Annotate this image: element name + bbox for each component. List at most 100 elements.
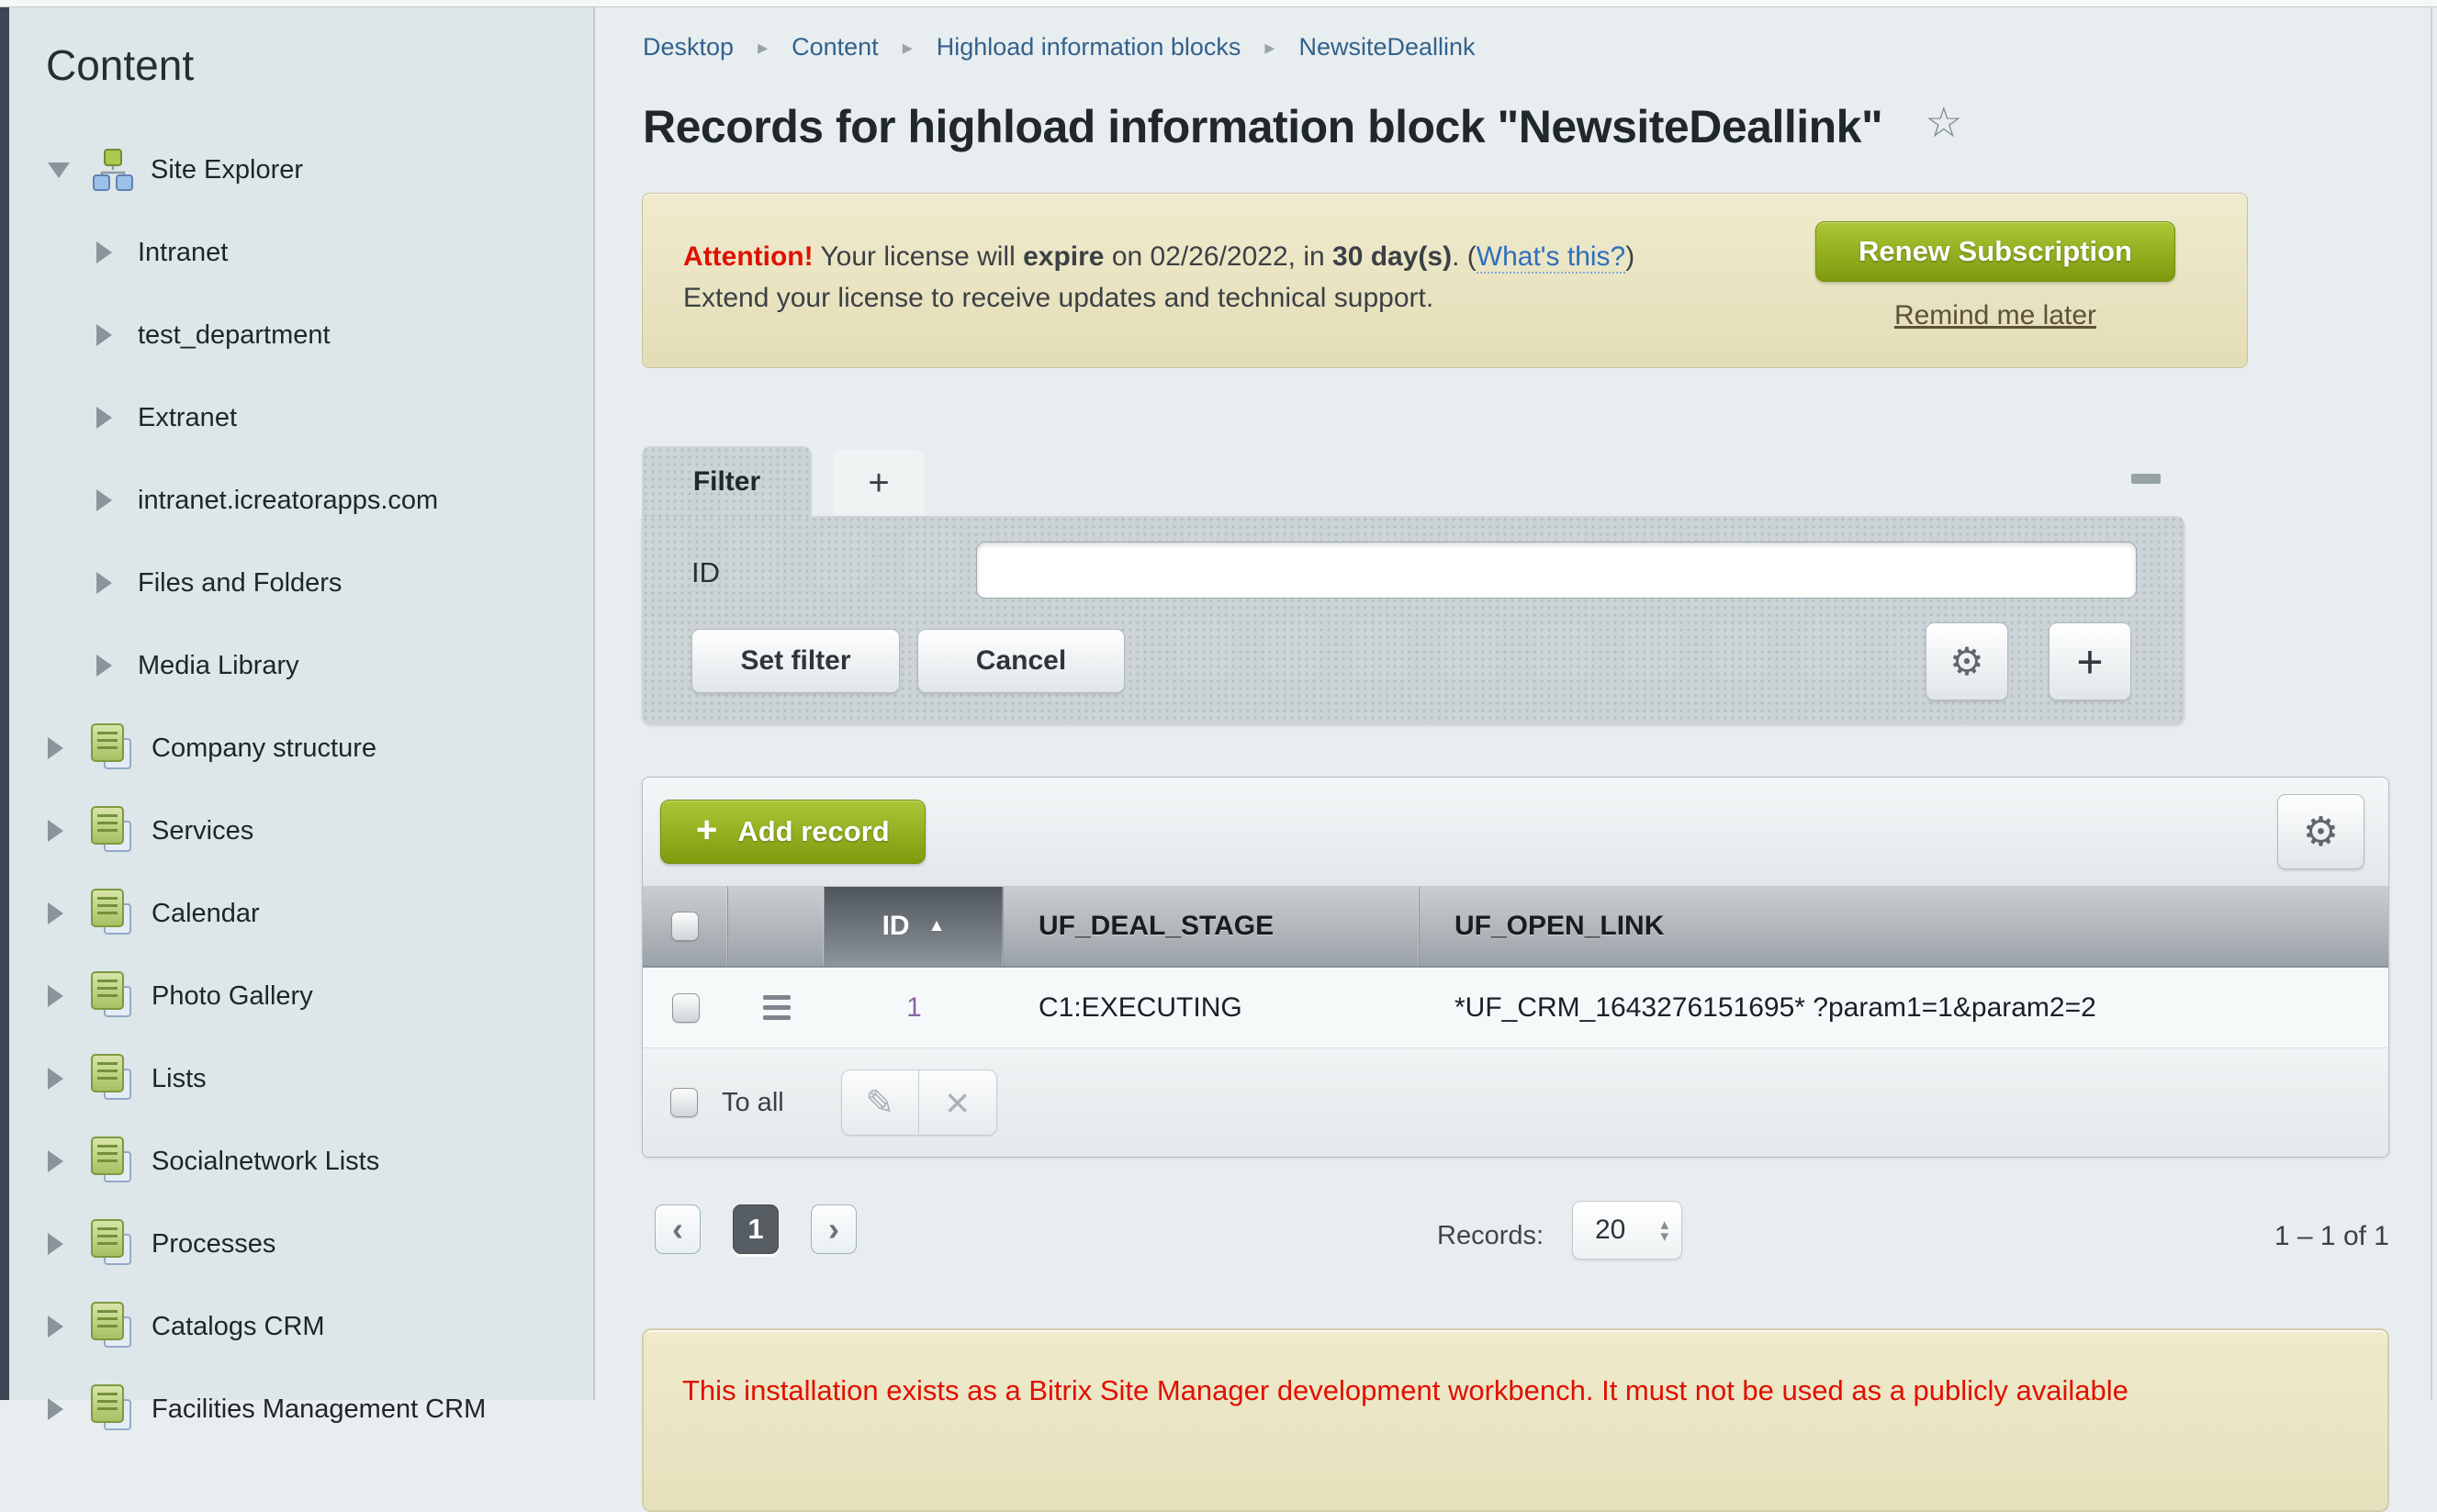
to-all-label: To all bbox=[722, 1088, 784, 1118]
breadcrumb: Desktop ▸ Content ▸ Highload information… bbox=[643, 33, 1476, 62]
sidebar-item-lists[interactable]: Lists bbox=[9, 1037, 593, 1120]
breadcrumb-separator-icon: ▸ bbox=[758, 36, 768, 60]
tab-filter[interactable]: Filter bbox=[642, 446, 812, 518]
chevron-right-icon[interactable] bbox=[48, 1316, 63, 1338]
sidebar-item-label: Photo Gallery bbox=[152, 981, 313, 1012]
filter-id-input[interactable] bbox=[976, 542, 2137, 599]
chevron-right-icon[interactable] bbox=[96, 655, 112, 677]
lists-icon bbox=[89, 889, 137, 938]
chevron-right-icon[interactable] bbox=[48, 985, 63, 1007]
chevron-right-icon[interactable] bbox=[96, 489, 112, 511]
sidebar-tree: Site Explorer Intranet test_department E… bbox=[9, 129, 593, 1450]
row-checkbox[interactable] bbox=[672, 993, 700, 1023]
chevron-right-icon[interactable] bbox=[96, 241, 112, 263]
sidebar-item-label: Services bbox=[152, 816, 253, 846]
chevron-right-icon[interactable] bbox=[96, 324, 112, 346]
records-per-page-stepper[interactable]: 20 ▴▾ bbox=[1572, 1201, 1682, 1260]
add-record-label: Add record bbox=[737, 815, 889, 848]
chevron-right-icon[interactable] bbox=[96, 407, 112, 429]
sidebar-item-media-library[interactable]: Media Library bbox=[9, 624, 593, 707]
sidebar-item-intranet[interactable]: Intranet bbox=[9, 211, 593, 294]
sidebar-item-facilities-management-crm[interactable]: Facilities Management CRM bbox=[9, 1368, 593, 1450]
sidebar-item-processes[interactable]: Processes bbox=[9, 1203, 593, 1285]
sidebar-title: Content bbox=[46, 40, 194, 90]
sidebar-item-label: Site Explorer bbox=[151, 155, 303, 185]
license-text: on 02/26/2022, in bbox=[1104, 241, 1332, 272]
prev-page-button[interactable]: ‹ bbox=[655, 1204, 701, 1254]
chevron-right-icon[interactable] bbox=[48, 820, 63, 842]
add-filter-tab-button[interactable]: + bbox=[833, 450, 925, 516]
to-all-checkbox[interactable] bbox=[670, 1088, 698, 1117]
sidebar-item-test-department[interactable]: test_department bbox=[9, 294, 593, 376]
column-header-id[interactable]: ID ▲ bbox=[825, 887, 1004, 966]
sidebar-item-extranet[interactable]: Extranet bbox=[9, 376, 593, 459]
sidebar-item-catalogs-crm[interactable]: Catalogs CRM bbox=[9, 1285, 593, 1368]
lists-icon bbox=[89, 1302, 137, 1351]
lists-icon bbox=[89, 1137, 137, 1186]
bulk-delete-button[interactable]: × bbox=[919, 1070, 996, 1135]
sidebar-item-label: Facilities Management CRM bbox=[152, 1394, 486, 1425]
filter-id-label: ID bbox=[691, 556, 720, 589]
filter-add-field-plus-icon[interactable]: + bbox=[2049, 622, 2131, 700]
filter-settings-gear-icon[interactable]: ⚙ bbox=[1926, 622, 2008, 700]
breadcrumb-link-newsitedeallink[interactable]: NewsiteDeallink bbox=[1298, 33, 1475, 62]
sidebar-item-company-structure[interactable]: Company structure bbox=[9, 707, 593, 790]
cell-id[interactable]: 1 bbox=[825, 968, 1004, 1047]
close-icon: × bbox=[945, 1081, 970, 1124]
chevron-right-icon[interactable] bbox=[48, 1068, 63, 1090]
sidebar-item-photo-gallery[interactable]: Photo Gallery bbox=[9, 955, 593, 1037]
page-title-text: Records for highload information block "… bbox=[643, 101, 1882, 152]
records-range-text: 1 – 1 of 1 bbox=[2274, 1221, 2389, 1252]
cancel-filter-button[interactable]: Cancel bbox=[917, 629, 1125, 693]
next-page-button[interactable]: › bbox=[811, 1204, 857, 1254]
breadcrumb-link-highload-blocks[interactable]: Highload information blocks bbox=[937, 33, 1241, 62]
chevron-right-icon[interactable] bbox=[96, 572, 112, 594]
content-sidebar: Content Site Explorer Intranet test_depa… bbox=[9, 7, 595, 1400]
page-1-button[interactable]: 1 bbox=[733, 1204, 779, 1254]
cell-uf-open-link: *UF_CRM_1643276151695* ?param1=1&param2=… bbox=[1420, 968, 2388, 1047]
bulk-edit-button[interactable]: ✎ bbox=[842, 1070, 919, 1135]
plus-icon: + bbox=[696, 812, 717, 848]
table-row: 1 C1:EXECUTING *UF_CRM_1643276151695* ?p… bbox=[643, 968, 2388, 1048]
header-select-all-cell bbox=[643, 887, 728, 966]
sidebar-item-calendar[interactable]: Calendar bbox=[9, 872, 593, 955]
sidebar-item-label: Intranet bbox=[138, 238, 228, 268]
breadcrumb-separator-icon: ▸ bbox=[903, 36, 913, 60]
collapse-filter-minus-icon[interactable] bbox=[2131, 474, 2161, 484]
sidebar-item-socialnetwork-lists[interactable]: Socialnetwork Lists bbox=[9, 1120, 593, 1203]
scrollbar-track-edge bbox=[2431, 7, 2432, 1400]
column-header-uf-open-link[interactable]: UF_OPEN_LINK bbox=[1420, 887, 2388, 966]
chevron-right-icon[interactable] bbox=[48, 1233, 63, 1255]
sidebar-item-site-explorer[interactable]: Site Explorer bbox=[9, 129, 593, 211]
left-edge-bar bbox=[0, 7, 9, 1400]
sidebar-item-intranet-icreatorapps[interactable]: intranet.icreatorapps.com bbox=[9, 459, 593, 542]
renew-subscription-button[interactable]: Renew Subscription bbox=[1815, 221, 2175, 282]
records-per-page-label: Records: bbox=[1437, 1221, 1544, 1251]
row-menu-icon[interactable] bbox=[763, 995, 791, 1020]
chevron-down-icon[interactable] bbox=[48, 162, 70, 178]
chevron-right-icon[interactable] bbox=[48, 1398, 63, 1420]
remind-me-later-link[interactable]: Remind me later bbox=[1815, 300, 2175, 331]
add-record-button[interactable]: + Add record bbox=[660, 800, 926, 864]
favorite-star-icon[interactable]: ☆ bbox=[1925, 98, 1962, 146]
license-text: . ( bbox=[1452, 241, 1477, 272]
breadcrumb-link-content[interactable]: Content bbox=[792, 33, 879, 62]
select-all-checkbox[interactable] bbox=[671, 912, 699, 941]
column-header-label: ID bbox=[882, 911, 910, 942]
chevron-right-icon[interactable] bbox=[48, 902, 63, 924]
lists-icon bbox=[89, 971, 137, 1021]
sidebar-item-files-and-folders[interactable]: Files and Folders bbox=[9, 542, 593, 624]
breadcrumb-link-desktop[interactable]: Desktop bbox=[643, 33, 734, 62]
whats-this-link[interactable]: What's this? bbox=[1477, 241, 1625, 274]
chevron-right-icon[interactable] bbox=[48, 737, 63, 759]
sidebar-item-label: Calendar bbox=[152, 899, 260, 929]
stepper-arrows-icon[interactable]: ▴▾ bbox=[1660, 1218, 1668, 1242]
sidebar-item-services[interactable]: Services bbox=[9, 790, 593, 872]
grid-settings-gear-icon[interactable]: ⚙ bbox=[2277, 794, 2364, 869]
chevron-right-icon[interactable] bbox=[48, 1150, 63, 1172]
sidebar-item-label: Lists bbox=[152, 1064, 207, 1094]
set-filter-button[interactable]: Set filter bbox=[691, 629, 900, 693]
sort-ascending-icon: ▲ bbox=[928, 916, 946, 936]
column-header-uf-deal-stage[interactable]: UF_DEAL_STAGE bbox=[1004, 887, 1420, 966]
lists-icon bbox=[89, 1219, 137, 1269]
